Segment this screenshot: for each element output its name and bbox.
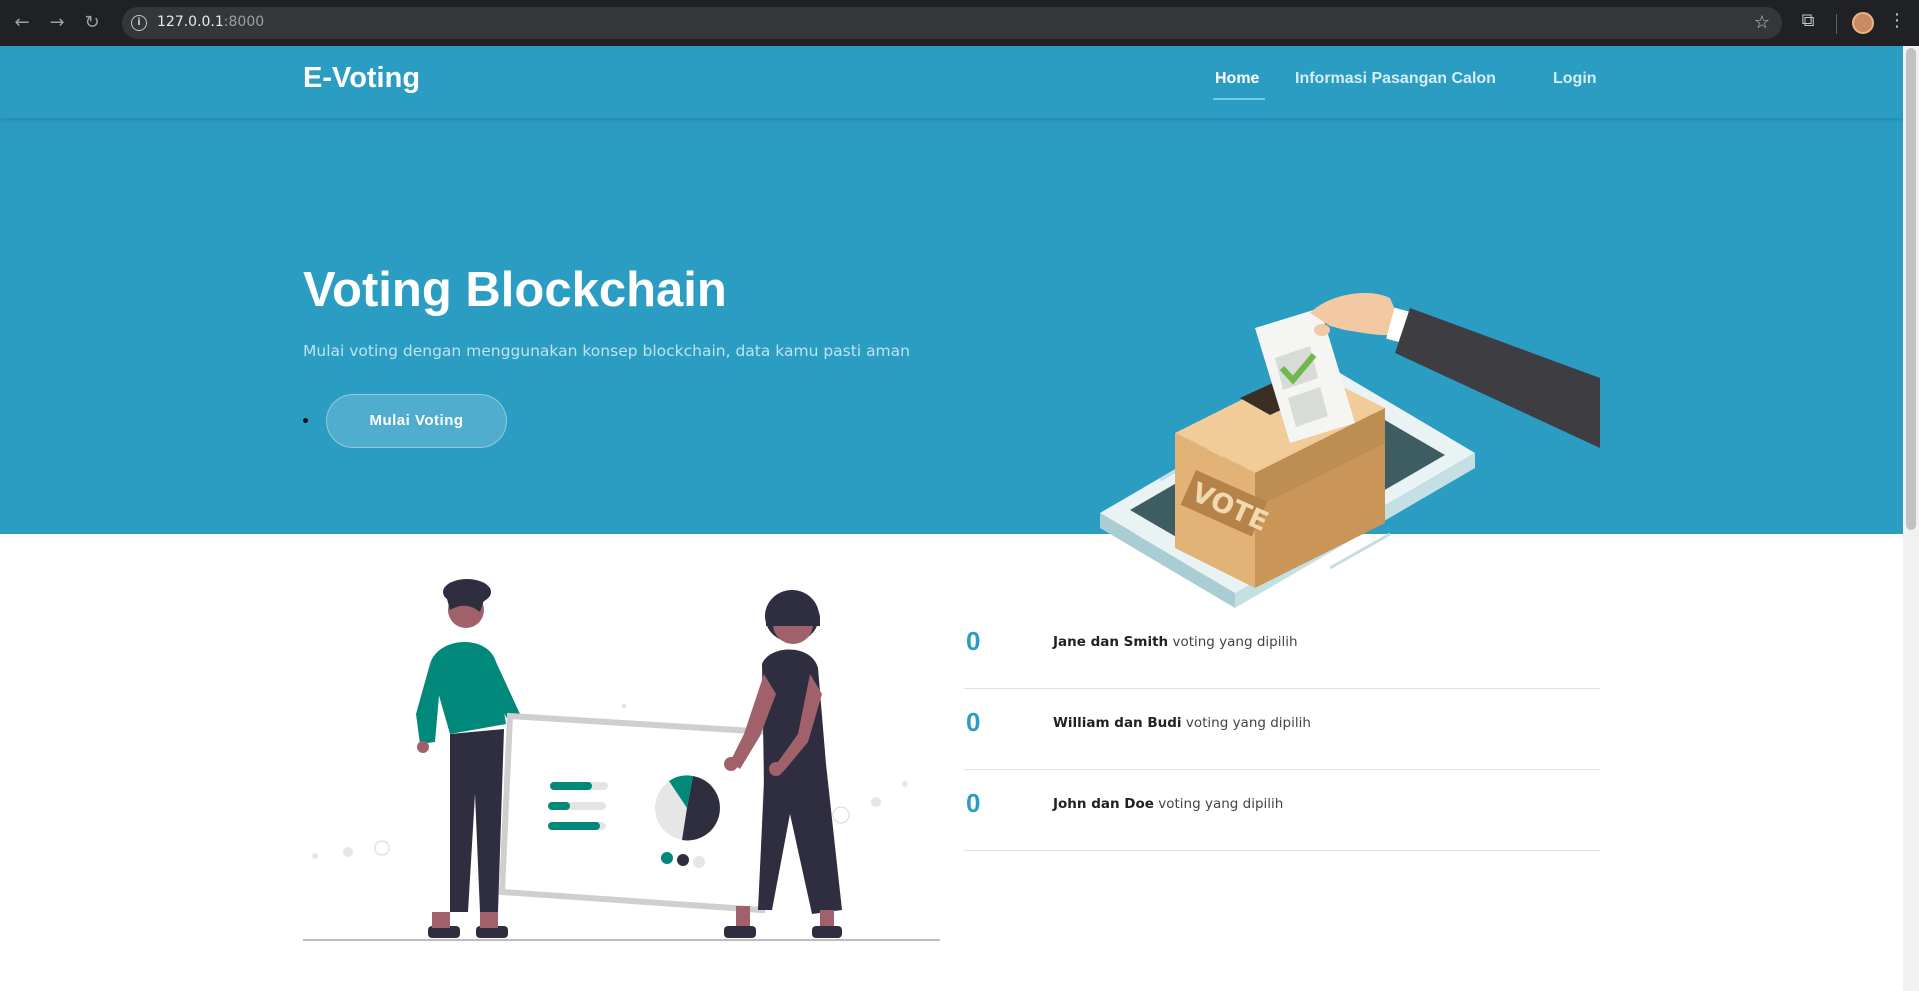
scrollbar-thumb[interactable]: [1906, 48, 1916, 530]
back-arrow-icon[interactable]: ←: [10, 11, 34, 35]
bookmark-star-icon[interactable]: ☆: [1754, 12, 1770, 33]
ballot-box-illustration: VOTE: [1100, 293, 1600, 608]
nav-login[interactable]: Login: [1553, 70, 1597, 88]
site-info-icon[interactable]: i: [131, 15, 147, 31]
site-logo[interactable]: E-Voting: [303, 62, 420, 95]
vote-caption: voting yang dipilih: [1153, 796, 1284, 812]
list-item: 0 William dan Budi voting yang dipilih: [964, 689, 1600, 770]
candidate-vote-text: William dan Budi voting yang dipilih: [1053, 715, 1311, 731]
nav-active-indicator: [1213, 98, 1265, 100]
vote-count-list: 0 Jane dan Smith voting yang dipilih 0 W…: [964, 608, 1600, 851]
browser-toolbar: ← → ↻ i 127.0.0.1:8000 ☆ ⧉ ⋮: [0, 0, 1919, 46]
hero-section: Voting Blockchain Mulai voting dengan me…: [0, 118, 1903, 608]
vote-caption: voting yang dipilih: [1168, 634, 1298, 650]
candidate-vote-text: Jane dan Smith voting yang dipilih: [1053, 634, 1298, 650]
candidate-vote-text: John dan Doe voting yang dipilih: [1053, 796, 1283, 812]
vote-count: 0: [966, 707, 981, 737]
site-header: E-Voting Home Informasi Pasangan Calon L…: [0, 46, 1903, 118]
list-item: 0 John dan Doe voting yang dipilih: [964, 770, 1600, 851]
forward-arrow-icon[interactable]: →: [45, 11, 69, 35]
page-scrollbar[interactable]: [1903, 46, 1919, 991]
hero-subtitle: Mulai voting dengan menggunakan konsep b…: [303, 342, 910, 360]
vote-count: 0: [966, 788, 981, 818]
address-bar[interactable]: i 127.0.0.1:8000 ☆: [122, 7, 1782, 39]
vote-count: 0: [966, 626, 981, 656]
nav-home[interactable]: Home: [1215, 70, 1259, 88]
url-text[interactable]: 127.0.0.1:8000: [157, 14, 264, 30]
vote-caption: voting yang dipilih: [1181, 715, 1311, 731]
nav-informasi-pasangan-calon[interactable]: Informasi Pasangan Calon: [1295, 70, 1496, 88]
extensions-icon[interactable]: ⧉: [1796, 10, 1820, 34]
reload-icon[interactable]: ↻: [80, 11, 104, 35]
candidate-name: Jane dan Smith: [1053, 634, 1169, 650]
profile-avatar[interactable]: [1852, 12, 1874, 34]
list-item: 0 Jane dan Smith voting yang dipilih: [964, 608, 1600, 689]
toolbar-divider: [1836, 14, 1837, 34]
page-viewport: E-Voting Home Informasi Pasangan Calon L…: [0, 46, 1903, 991]
people-analytics-illustration: [303, 579, 940, 941]
chart-board: [498, 712, 772, 914]
candidate-name: William dan Budi: [1053, 715, 1182, 731]
hero-title: Voting Blockchain: [303, 263, 727, 317]
kebab-menu-icon[interactable]: ⋮: [1888, 10, 1906, 31]
vote-box-illustration: VOTE: [1175, 308, 1385, 588]
mulai-voting-button[interactable]: Mulai Voting: [326, 394, 507, 448]
list-bullet: [303, 418, 308, 423]
candidate-name: John dan Doe: [1053, 796, 1154, 812]
